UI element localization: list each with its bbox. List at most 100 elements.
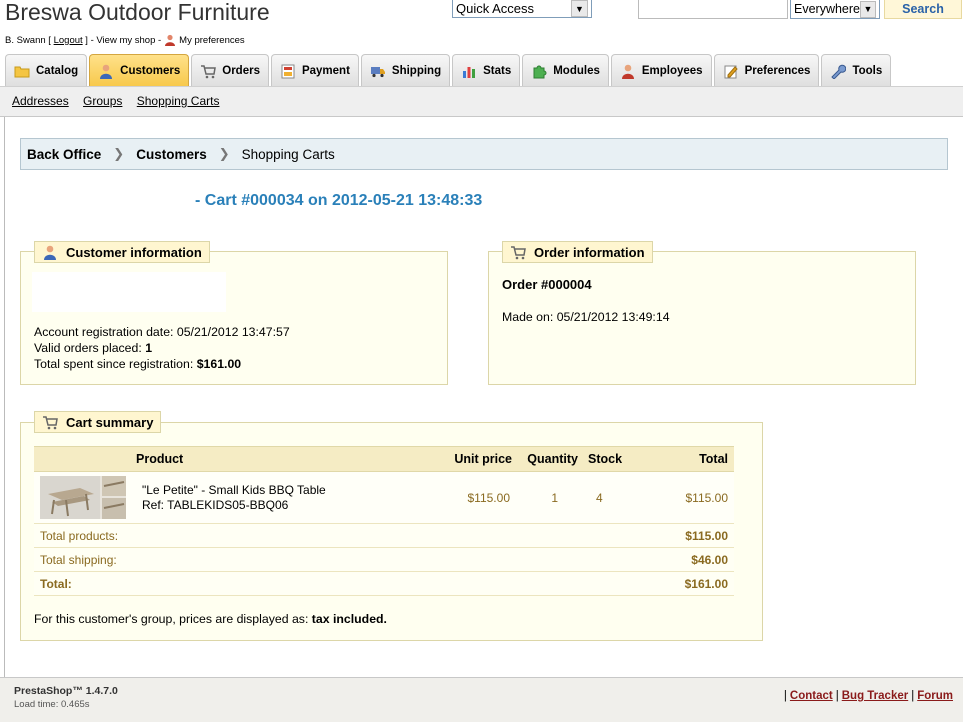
cart-summary-legend: Cart summary <box>34 411 162 433</box>
total-products-label: Total products: <box>34 523 638 548</box>
logout-link[interactable]: Logout <box>54 35 83 46</box>
view-shop-link[interactable]: View my shop <box>96 35 155 46</box>
subnav-shopping-carts[interactable]: Shopping Carts <box>137 94 220 108</box>
table-row: "Le Petite" - Small Kids BBQ Table Ref: … <box>34 471 734 524</box>
user-name: B. Swann <box>5 34 46 46</box>
col-total: Total <box>638 446 734 472</box>
contact-link[interactable]: Contact <box>790 690 833 702</box>
page-title: - Cart #000034 on 2012-05-21 13:48:33 <box>195 192 483 209</box>
tab-stats[interactable]: Stats <box>452 54 521 87</box>
load-time: Load time: 0.465s <box>14 699 90 710</box>
chevron-down-icon[interactable]: ▼ <box>571 0 588 17</box>
folder-icon <box>14 63 30 79</box>
cart-table: Product Unit price Quantity Stock Total <box>34 446 734 596</box>
quantity: 1 <box>516 471 578 524</box>
unit-price: $115.00 <box>426 471 516 524</box>
customer-icon <box>98 63 114 79</box>
legend-label: Cart summary <box>66 414 154 430</box>
total-shipping-label: Total shipping: <box>34 547 638 572</box>
chevron-down-icon[interactable]: ▼ <box>860 0 876 18</box>
chevron-right-icon: ❯ <box>113 146 125 161</box>
tab-employees[interactable]: Employees <box>610 54 712 87</box>
grand-total-label: Total: <box>34 571 638 596</box>
tab-label: Catalog <box>36 65 79 77</box>
registration-value: 05/21/2012 13:47:57 <box>176 325 290 339</box>
forum-link[interactable]: Forum <box>917 690 953 702</box>
stock: 4 <box>578 471 638 524</box>
product-ref: Ref: TABLEKIDS05-BBQ06 <box>142 497 289 512</box>
made-on-label: Made on: <box>502 310 554 324</box>
order-date: Made on: 05/21/2012 13:49:14 <box>502 310 670 324</box>
tab-modules[interactable]: Modules <box>522 54 609 87</box>
main-tabs: Catalog Customers Orders Payment Shippin… <box>5 54 893 87</box>
breadcrumb-back-office[interactable]: Back Office <box>27 147 101 162</box>
wrench-icon <box>830 63 847 79</box>
tab-customers[interactable]: Customers <box>89 54 190 87</box>
col-stock: Stock <box>578 446 638 472</box>
puzzle-icon <box>531 63 547 79</box>
col-quantity: Quantity <box>516 446 578 472</box>
product-name[interactable]: "Le Petite" - Small Kids BBQ Table <box>142 483 426 498</box>
order-number[interactable]: Order #000004 <box>502 277 592 292</box>
total-shipping-row: Total shipping: $46.00 <box>34 547 734 572</box>
tab-label: Employees <box>641 65 703 77</box>
table-header: Product Unit price Quantity Stock Total <box>34 446 734 472</box>
tab-label: Stats <box>483 65 512 77</box>
search-input[interactable] <box>638 0 788 19</box>
subnav-addresses[interactable]: Addresses <box>12 94 69 108</box>
tab-label: Tools <box>852 65 883 77</box>
search-scope-select[interactable]: Everywhere ▼ <box>790 0 880 19</box>
tab-preferences[interactable]: Preferences <box>713 54 820 87</box>
footer-links: | Contact | Bug Tracker | Forum <box>783 690 953 702</box>
breadcrumb-customers[interactable]: Customers <box>136 147 207 162</box>
chevron-right-icon: ❯ <box>218 146 230 161</box>
payment-icon <box>280 63 296 79</box>
col-product: Product <box>136 446 426 472</box>
version-label: PrestaShop™ 1.4.7.0 <box>14 685 118 697</box>
tab-payment[interactable]: Payment <box>270 54 359 87</box>
tab-label: Orders <box>222 65 260 77</box>
subnav-groups[interactable]: Groups <box>83 94 122 108</box>
product-thumbnail[interactable] <box>40 476 126 519</box>
truck-icon <box>370 63 386 79</box>
tax-note: For this customer's group, prices are di… <box>34 612 387 626</box>
registration-label: Account registration date: <box>34 325 174 339</box>
orders-label: Valid orders placed: <box>34 341 142 355</box>
tab-tools[interactable]: Tools <box>821 54 892 87</box>
user-bar: B. Swann [ Logout ] - View my shop - My … <box>5 34 245 46</box>
tab-orders[interactable]: Orders <box>191 54 269 87</box>
quick-access-value: Quick Access <box>456 1 535 16</box>
line-total: $115.00 <box>638 471 734 524</box>
search-scope-value: Everywhere <box>794 2 860 16</box>
my-preferences-link[interactable]: My preferences <box>179 35 244 46</box>
total-shipping-value: $46.00 <box>638 547 734 572</box>
order-info-legend: Order information <box>502 241 653 263</box>
tab-label: Modules <box>553 65 600 77</box>
sub-navigation: Addresses Groups Shopping Carts <box>0 86 963 117</box>
tab-catalog[interactable]: Catalog <box>5 54 88 87</box>
spent-value: $161.00 <box>196 357 242 371</box>
tax-note-value: tax included. <box>311 612 387 626</box>
customer-icon <box>42 244 58 260</box>
search-button[interactable]: Search <box>884 0 962 19</box>
total-products-row: Total products: $115.00 <box>34 523 734 548</box>
employee-icon <box>620 63 636 79</box>
customer-name-area <box>32 272 226 312</box>
tab-label: Customers <box>120 65 181 77</box>
legend-label: Customer information <box>66 244 202 260</box>
breadcrumb-shopping-carts: Shopping Carts <box>241 146 335 162</box>
tab-label: Shipping <box>391 65 442 77</box>
tab-label: Preferences <box>744 65 811 77</box>
grand-total-value: $161.00 <box>638 571 734 596</box>
quick-access-select[interactable]: Quick Access ▼ <box>452 0 592 18</box>
spent-label: Total spent since registration: <box>34 357 194 371</box>
tab-label: Payment <box>301 65 350 77</box>
bug-tracker-link[interactable]: Bug Tracker <box>842 690 908 702</box>
preferences-icon <box>723 63 739 79</box>
grand-total-row: Total: $161.00 <box>34 571 734 596</box>
chart-icon <box>461 63 477 79</box>
breadcrumb: Back Office ❯ Customers ❯ Shopping Carts <box>20 138 948 170</box>
tab-shipping[interactable]: Shipping <box>360 54 451 87</box>
cart-icon <box>510 244 526 260</box>
footer: PrestaShop™ 1.4.7.0 Load time: 0.465s | C… <box>0 677 963 722</box>
